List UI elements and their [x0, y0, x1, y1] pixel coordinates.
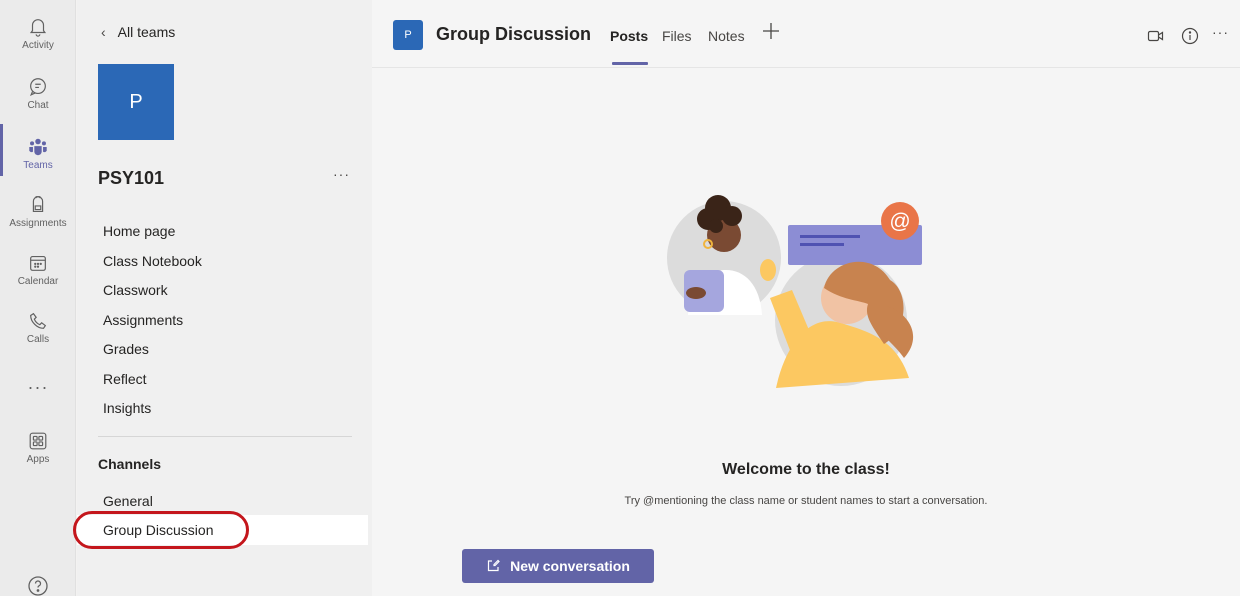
team-nav-grades[interactable]: Grades [103, 338, 202, 368]
team-nav-list: Home page Class Notebook Classwork Assig… [103, 220, 202, 427]
team-nav-reflect[interactable]: Reflect [103, 368, 202, 398]
tab-notes[interactable]: Notes [708, 28, 745, 44]
team-more-options-button[interactable]: ··· [333, 166, 350, 182]
rail-label-assignments: Assignments [9, 218, 67, 229]
apps-icon [29, 432, 47, 450]
all-teams-link[interactable]: ‹ All teams [101, 24, 175, 40]
bell-icon [29, 19, 47, 37]
rail-label-chat: Chat [27, 100, 49, 111]
channels-heading: Channels [98, 456, 162, 472]
rail-label-apps: Apps [26, 454, 50, 465]
chevron-left-icon: ‹ [101, 24, 106, 40]
video-call-icon[interactable] [1146, 26, 1166, 46]
backpack-icon [32, 196, 44, 213]
rail-label-teams: Teams [23, 160, 53, 171]
team-nav-classwork[interactable]: Classwork [103, 279, 202, 309]
rail-item-chat[interactable]: Chat [0, 70, 76, 126]
team-nav-class-notebook[interactable]: Class Notebook [103, 250, 202, 280]
phone-icon [30, 312, 47, 329]
nav-divider [98, 436, 352, 437]
rail-label-calls: Calls [26, 334, 50, 345]
help-icon[interactable] [26, 574, 50, 596]
team-nav-home-page[interactable]: Home page [103, 220, 202, 250]
welcome-title: Welcome to the class! [722, 461, 890, 478]
rail-label-activity: Activity [22, 40, 54, 51]
channel-avatar: P [393, 20, 423, 50]
team-pane: ‹ All teams P PSY101 ··· Home page Class… [77, 0, 372, 596]
channel-group-discussion[interactable]: Group Discussion [77, 515, 368, 545]
chat-icon [29, 78, 46, 96]
add-tab-icon[interactable] [760, 20, 782, 42]
compose-icon [487, 559, 500, 572]
rail-item-calls[interactable]: Calls [0, 304, 76, 360]
team-nav-insights[interactable]: Insights [103, 397, 202, 427]
rail-item-apps[interactable]: Apps [0, 424, 76, 480]
rail-item-teams[interactable]: Teams [0, 130, 76, 186]
tab-files[interactable]: Files [662, 28, 692, 44]
rail-item-assignments[interactable]: Assignments [0, 188, 76, 244]
new-conversation-button[interactable]: New conversation [462, 549, 654, 583]
rail-more-button[interactable]: ··· [0, 372, 76, 402]
channel-main: P Group Discussion Posts Files Notes ···… [372, 0, 1240, 596]
app-rail: Activity Chat Teams Assignments Calendar [0, 0, 76, 596]
channel-general[interactable]: General [77, 486, 368, 516]
header-more-options-button[interactable]: ··· [1212, 24, 1229, 40]
team-avatar: P [98, 64, 174, 140]
rail-item-calendar[interactable]: Calendar [0, 246, 76, 302]
active-tab-indicator [612, 62, 648, 65]
all-teams-label: All teams [117, 24, 176, 40]
teams-icon [29, 138, 47, 156]
welcome-illustration: @ [667, 195, 922, 388]
welcome-subtitle: Try @mentioning the class name or studen… [624, 495, 988, 507]
rail-label-calendar: Calendar [17, 276, 59, 287]
svg-text:@: @ [889, 210, 910, 233]
calendar-icon [30, 255, 46, 271]
new-conversation-label: New conversation [510, 558, 630, 574]
rail-item-activity[interactable]: Activity [0, 10, 76, 66]
info-icon[interactable] [1180, 26, 1200, 46]
team-nav-assignments[interactable]: Assignments [103, 309, 202, 339]
channel-title: Group Discussion [436, 24, 592, 44]
channel-header: P Group Discussion Posts Files Notes ··· [372, 0, 1240, 68]
team-name: PSY101 [98, 168, 165, 188]
tab-posts[interactable]: Posts [610, 28, 648, 44]
